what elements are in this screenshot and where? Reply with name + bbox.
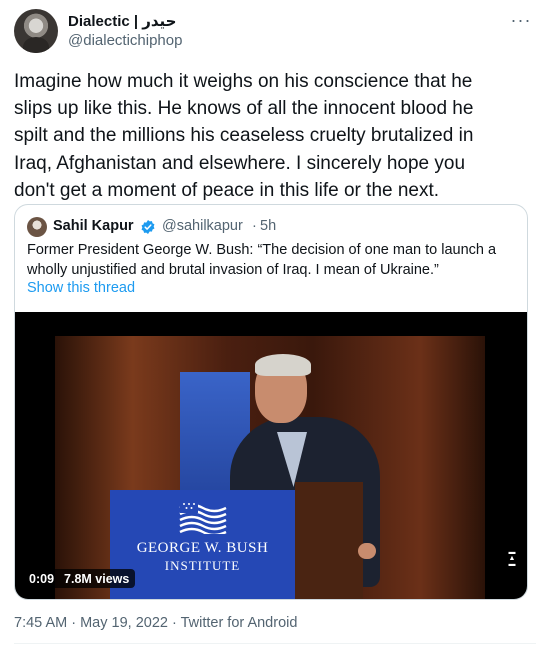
quoted-author-avatar: [27, 217, 47, 237]
quoted-author-handle: @sahilkapur: [162, 218, 243, 234]
author-avatar[interactable]: [14, 9, 58, 53]
podium: GEORGE W. BUSH INSTITUTE: [110, 490, 295, 599]
author-handle[interactable]: @dialectichiphop: [68, 32, 182, 49]
podium-title: GEORGE W. BUSH: [136, 540, 269, 556]
video-info-badge: 0:09 7.8M views: [23, 569, 136, 588]
show-thread-link[interactable]: Show this thread: [27, 280, 135, 296]
more-icon: ···: [510, 9, 532, 30]
tweet-timestamp[interactable]: 7:45 AM · May 19, 2022 · Twitter for And…: [14, 615, 297, 631]
speaker-hair: [255, 354, 311, 376]
tweet-text: Imagine how much it weighs on his consci…: [14, 71, 474, 201]
more-options-button[interactable]: ···: [508, 8, 534, 32]
author-display-name[interactable]: Dialectic | حيدر: [68, 12, 176, 30]
flag-logo-icon: [179, 500, 227, 534]
quoted-separator: ·: [252, 218, 257, 234]
podium-subtitle: INSTITUTE: [164, 558, 241, 573]
broadcaster-logo-icon: ▬ ▲ ▬: [508, 549, 516, 568]
quoted-time[interactable]: 5h: [260, 218, 276, 234]
quoted-author-name: Sahil Kapur: [53, 218, 134, 234]
video-duration: 0:09: [29, 571, 55, 586]
divider: [14, 643, 536, 644]
speaker-hand: [358, 543, 376, 559]
quoted-tweet-card[interactable]: Sahil Kapur @sahilkapur · 5h Former Pres…: [14, 204, 528, 600]
podium-side: [295, 482, 363, 599]
video-player[interactable]: GEORGE W. BUSH INSTITUTE ▬ ▲ ▬ 0:09 7.8M v…: [15, 312, 527, 599]
verified-badge-icon: [141, 220, 155, 234]
video-views: 7.8M views: [64, 571, 130, 586]
quoted-tweet-text: Former President George W. Bush: “The de…: [27, 242, 497, 278]
